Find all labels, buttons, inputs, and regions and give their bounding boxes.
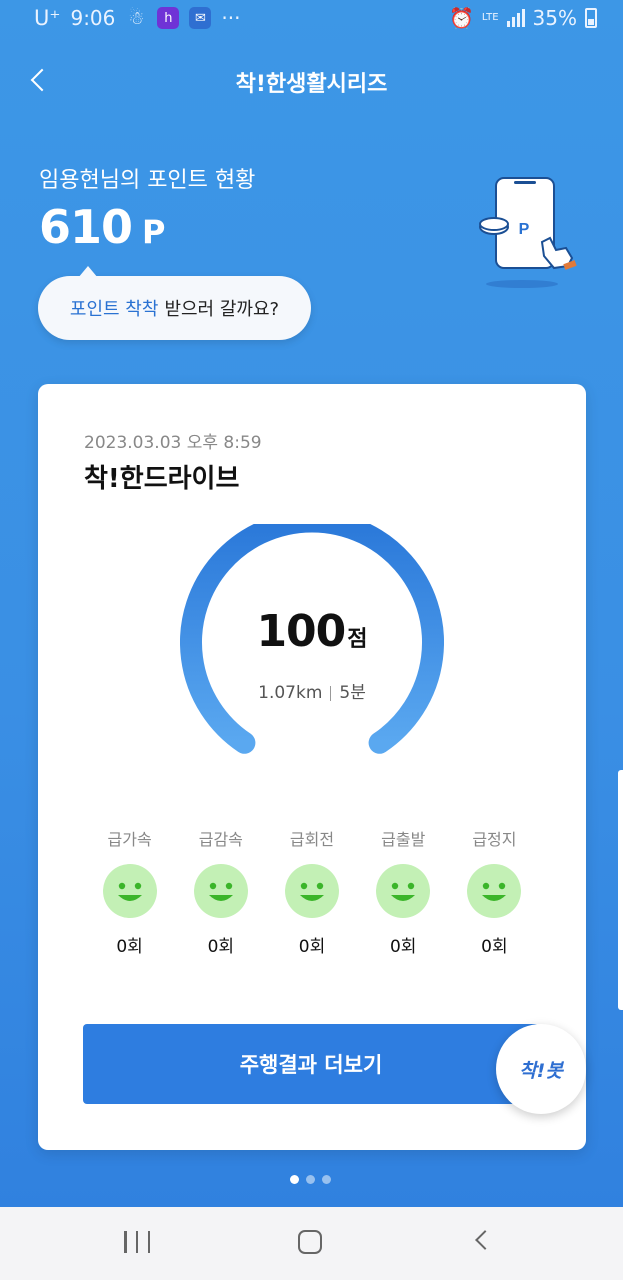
bubble-highlight: 포인트 착착 bbox=[69, 299, 159, 320]
lte-icon: LTE bbox=[481, 12, 499, 23]
smile-face-icon bbox=[193, 864, 248, 918]
notification-app-icon-2: h bbox=[157, 7, 180, 29]
points-heading: 임용현님의 포인트 현황 bbox=[39, 168, 256, 193]
event-item: 급출발 0회 bbox=[358, 826, 449, 957]
recents-button[interactable] bbox=[124, 1231, 150, 1253]
battery-percent: 35% bbox=[532, 6, 577, 30]
status-bar: U⁺ 9:06 ☃ h ✉ ··· ⏰ LTE 35% bbox=[0, 0, 623, 38]
view-more-results-button[interactable]: 주행결과 더보기 bbox=[83, 1024, 539, 1104]
driving-events: 급가속 0회 급감속 0회 급회전 0회 급출발 0회 급정지 0회 bbox=[84, 826, 540, 957]
points-bubble-button[interactable]: 포인트 착착 받으러 갈까요? bbox=[38, 266, 311, 340]
smile-face-icon bbox=[102, 864, 157, 918]
event-label: 급감속 bbox=[198, 830, 243, 849]
page-title: 착!한생활시리즈 bbox=[235, 72, 388, 97]
notification-app-icon: ☃ bbox=[128, 7, 145, 29]
drive-date: 2023.03.03 오후 8:59 bbox=[84, 433, 262, 453]
more-notifications-icon: ··· bbox=[221, 6, 241, 30]
drive-result-card: 2023.03.03 오후 8:59 착!한드라이브 100점 1.07km 5분… bbox=[38, 384, 586, 1150]
bubble-text: 받으러 갈까요? bbox=[164, 299, 280, 320]
home-button[interactable] bbox=[298, 1230, 322, 1254]
event-label: 급회전 bbox=[289, 830, 335, 849]
event-count: 0회 bbox=[389, 937, 417, 957]
chatbot-button[interactable]: 착!봇 bbox=[496, 1024, 586, 1114]
battery-icon bbox=[585, 8, 597, 28]
score-details: 1.07km 5분 bbox=[38, 678, 586, 703]
page-dot[interactable] bbox=[306, 1175, 315, 1184]
event-item: 급가속 0회 bbox=[84, 826, 175, 957]
event-item: 급정지 0회 bbox=[449, 826, 540, 957]
event-item: 급감속 0회 bbox=[175, 826, 266, 957]
drive-duration: 5분 bbox=[339, 683, 366, 703]
event-label: 급가속 bbox=[107, 830, 152, 849]
app-header: 착!한생활시리즈 bbox=[0, 60, 623, 104]
smile-face-icon bbox=[285, 864, 339, 918]
event-label: 급정지 bbox=[472, 830, 517, 849]
edge-panel-handle[interactable] bbox=[618, 770, 623, 1010]
page-dot[interactable] bbox=[290, 1175, 299, 1184]
smile-face-icon bbox=[376, 864, 431, 918]
smile-face-icon bbox=[467, 864, 522, 918]
card-title: 착!한드라이브 bbox=[84, 464, 240, 494]
event-label: 급출발 bbox=[381, 830, 426, 849]
system-back-button[interactable] bbox=[475, 1230, 495, 1250]
divider bbox=[330, 685, 332, 701]
event-count: 0회 bbox=[116, 937, 143, 957]
points-number: 610 bbox=[39, 200, 133, 254]
page-indicator bbox=[290, 1175, 331, 1184]
page-dot[interactable] bbox=[322, 1175, 331, 1184]
score-unit: 점 bbox=[347, 627, 368, 652]
event-count: 0회 bbox=[481, 937, 508, 957]
points-value: 610 P bbox=[39, 200, 166, 254]
event-count: 0회 bbox=[207, 937, 235, 957]
notification-app-icon-3: ✉ bbox=[189, 7, 212, 29]
points-unit: P bbox=[142, 213, 165, 251]
signal-icon bbox=[506, 9, 525, 27]
event-count: 0회 bbox=[298, 937, 326, 957]
carrier-label: U⁺ bbox=[34, 6, 61, 30]
score: 100점 bbox=[38, 606, 586, 657]
status-time: 9:06 bbox=[70, 6, 116, 30]
score-value: 100 bbox=[256, 606, 346, 657]
phone-label: P bbox=[519, 221, 530, 238]
event-item: 급회전 0회 bbox=[266, 826, 357, 957]
drive-distance: 1.07km bbox=[258, 683, 323, 703]
phone-tap-illustration: P bbox=[479, 177, 577, 288]
system-nav-bar bbox=[0, 1207, 623, 1280]
alarm-icon: ⏰ bbox=[449, 6, 474, 30]
